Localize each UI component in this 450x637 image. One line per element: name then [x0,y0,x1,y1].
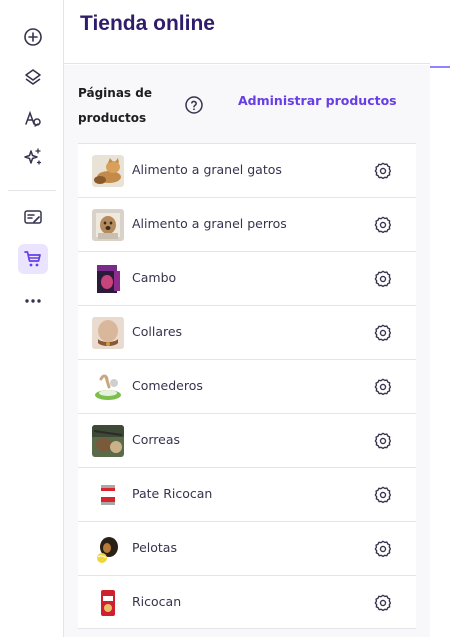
dog-food-thumbnail [92,209,124,241]
section-header: Páginas de productos Administrar product… [78,79,418,149]
gear-icon[interactable] [374,216,392,234]
help-button[interactable] [184,95,204,119]
edit-list-icon [24,210,42,224]
ai-sparkle-icon [24,148,42,165]
rail-divider [8,190,56,191]
layers-button[interactable] [18,62,48,92]
ricocan-bag-thumbnail [92,587,124,619]
product-name: Pate Ricocan [132,486,213,501]
gear-icon[interactable] [374,378,392,396]
product-name: Alimento a granel gatos [132,162,282,177]
gear-icon[interactable] [374,594,392,612]
list-item[interactable]: Pelotas [78,521,416,575]
list-item[interactable]: Alimento a granel perros [78,197,416,251]
cart-icon [24,251,41,267]
more-button[interactable] [18,286,48,316]
product-name: Pelotas [132,540,177,555]
gear-icon[interactable] [374,432,392,450]
product-name: Ricocan [132,594,182,609]
blog-button[interactable] [18,202,48,232]
typography-icon [25,110,41,127]
manage-products-link[interactable]: Administrar productos [238,93,397,108]
product-name: Correas [132,432,181,447]
sidebar-rail [0,0,64,637]
panel-body: Páginas de productos Administrar product… [64,65,430,637]
add-element-button[interactable] [18,22,48,52]
typography-button[interactable] [18,104,48,134]
ball-dog-thumbnail [92,533,124,565]
gear-icon[interactable] [374,324,392,342]
list-item[interactable]: Collares [78,305,416,359]
pate-can-thumbnail [92,479,124,511]
add-icon [24,28,42,46]
list-item[interactable]: Pate Ricocan [78,467,416,521]
gear-icon[interactable] [374,162,392,180]
list-item[interactable]: Ricocan [78,575,416,629]
cambo-package-thumbnail [92,263,124,295]
more-icon [25,299,41,303]
cat-food-thumbnail [92,155,124,187]
leash-thumbnail [92,425,124,457]
list-item[interactable]: Correas [78,413,416,467]
product-name: Comederos [132,378,203,393]
canvas-accent-line [430,66,450,68]
gear-icon[interactable] [374,486,392,504]
product-name: Cambo [132,270,177,285]
panel-title: Tienda online [80,12,215,35]
online-store-button[interactable] [18,244,48,274]
product-name: Collares [132,324,183,339]
panel-header: Tienda online [64,0,430,64]
product-pages-list: Alimento a granel gatos Alimento a grane… [78,143,416,629]
help-icon [185,96,203,114]
ai-tools-button[interactable] [18,142,48,172]
gear-icon[interactable] [374,540,392,558]
collar-thumbnail [92,317,124,349]
product-name: Alimento a granel perros [132,216,287,231]
layers-icon [25,69,41,85]
online-store-panel: Tienda online Páginas de productos Admin… [64,0,430,637]
gear-icon[interactable] [374,270,392,288]
feeder-thumbnail [92,371,124,403]
list-item[interactable]: Comederos [78,359,416,413]
section-title: Páginas de productos [78,86,152,125]
list-item[interactable]: Cambo [78,251,416,305]
canvas-edge [430,0,450,637]
list-item[interactable]: Alimento a granel gatos [78,143,416,197]
